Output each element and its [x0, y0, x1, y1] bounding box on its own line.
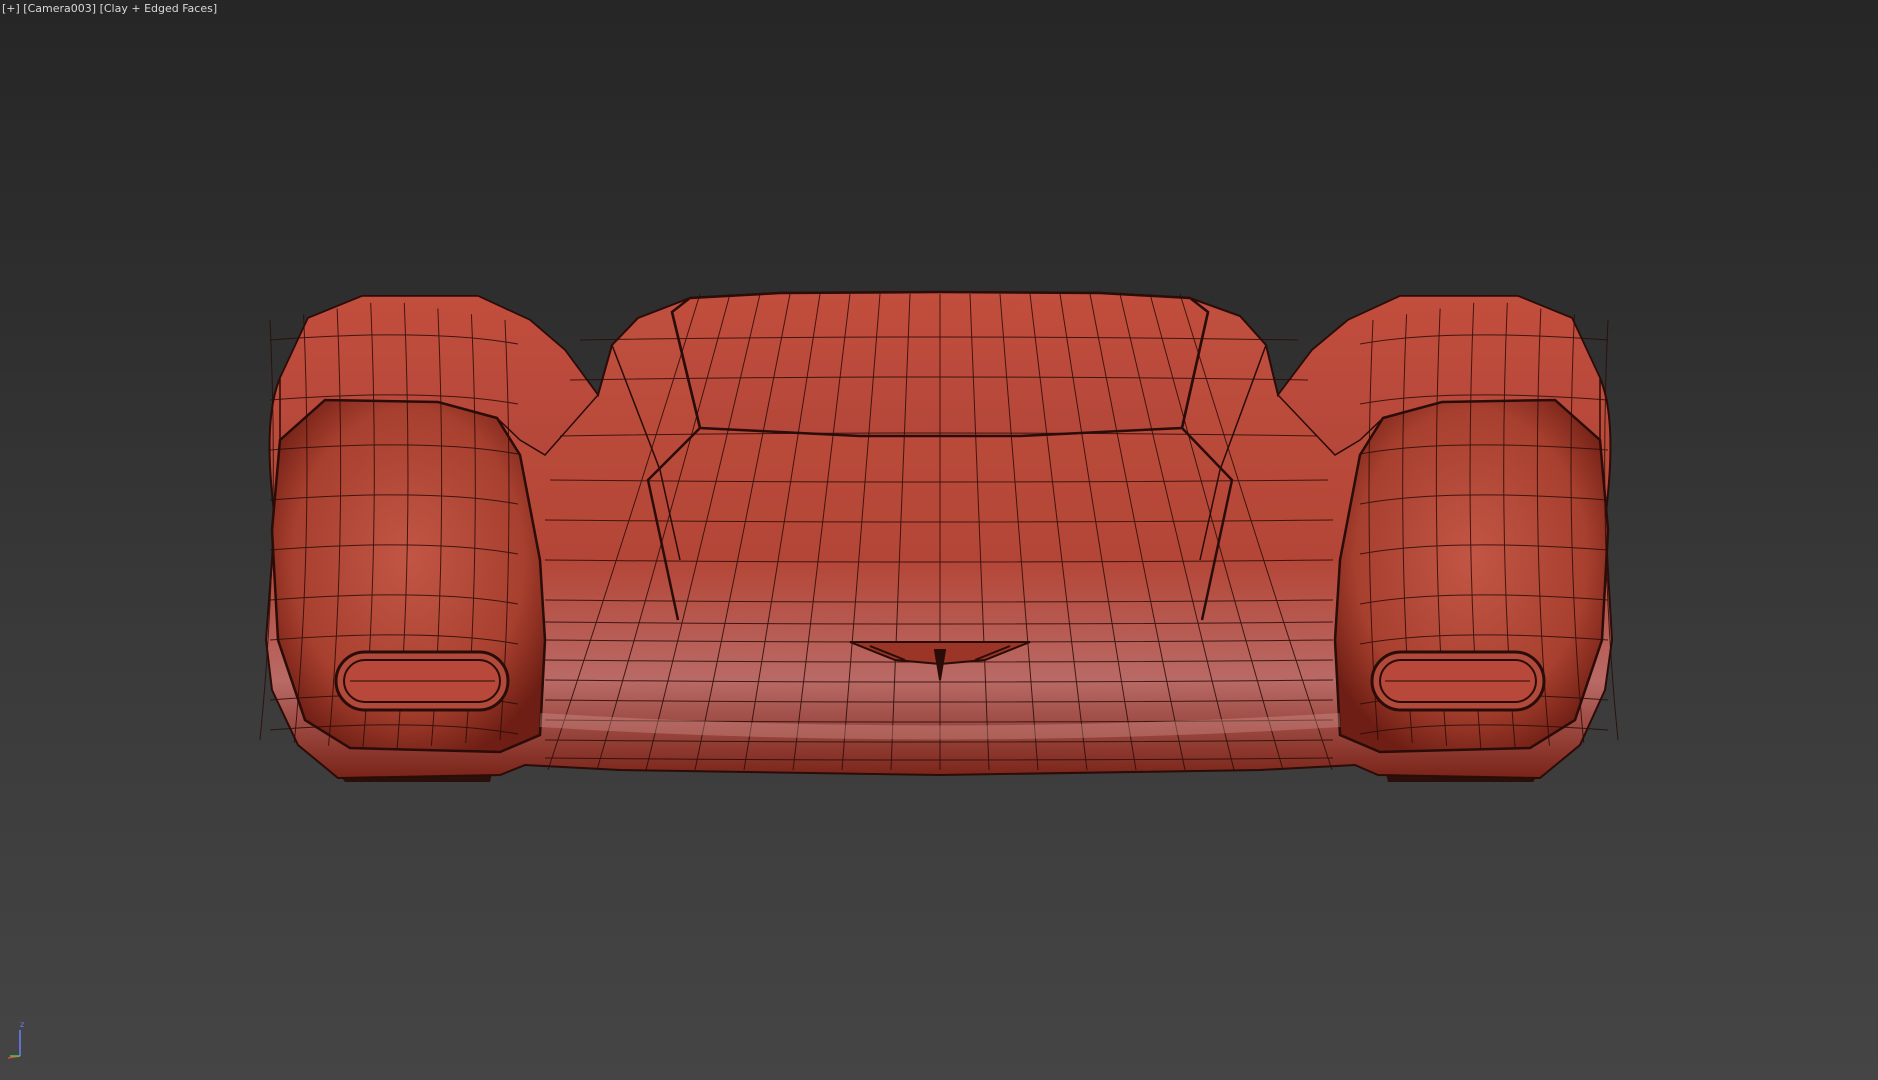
3d-viewport[interactable]: [+] [Camera003] [Clay + Edged Faces] z: [0, 0, 1878, 1080]
axis-gizmo-icon: z: [7, 1020, 24, 1059]
left-headlight: [334, 650, 510, 712]
right-headlight: [1370, 650, 1546, 712]
car-model[interactable]: [0, 0, 1878, 1080]
axis-z-label: z: [20, 1020, 24, 1029]
